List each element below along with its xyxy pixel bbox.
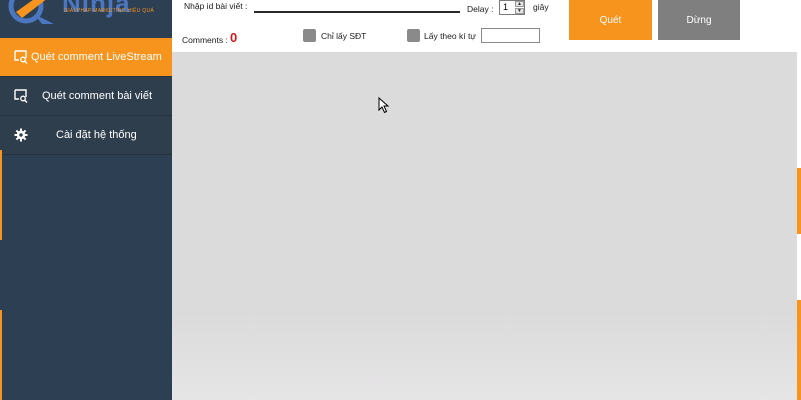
comments-area[interactable] bbox=[172, 52, 797, 400]
by-char-label: Lấy theo kí tự bbox=[424, 31, 476, 41]
sidebar-item-scan-post[interactable]: Quét comment bài viết bbox=[0, 77, 172, 116]
delay-label: Delay : bbox=[467, 4, 494, 14]
post-id-label: Nhập id bài viết : bbox=[184, 1, 248, 11]
sidebar-item-settings[interactable]: Cài đặt hệ thống bbox=[0, 116, 172, 155]
phone-only-label: Chỉ lấy SĐT bbox=[321, 31, 367, 41]
accent-strip bbox=[0, 310, 2, 400]
mouse-cursor-icon bbox=[378, 97, 390, 114]
scan-button[interactable]: Quét bbox=[569, 0, 652, 40]
gear-icon bbox=[14, 128, 28, 142]
window-edge bbox=[797, 0, 801, 400]
by-char-checkbox[interactable] bbox=[407, 29, 420, 42]
sidebar-item-label: Cài đặt hệ thống bbox=[56, 129, 137, 141]
post-id-input[interactable] bbox=[254, 11, 460, 13]
comments-count: 0 bbox=[230, 30, 238, 45]
delay-decrement-button[interactable]: ▼ bbox=[515, 8, 524, 14]
sidebar: Ninja GIẢI PHÁP MARKETING HIỆU QUẢ Quét … bbox=[0, 0, 172, 400]
delay-increment-button[interactable]: ▲ bbox=[515, 1, 524, 7]
toolbar: Nhập id bài viết : Delay : 1 ▲ ▼ giây Co… bbox=[172, 0, 801, 52]
accent-strip bbox=[0, 150, 2, 240]
stop-button[interactable]: Dừng bbox=[658, 0, 740, 40]
chat-search-icon bbox=[14, 50, 28, 64]
sidebar-item-scan-livestream[interactable]: Quét comment LiveStream bbox=[0, 38, 172, 77]
sidebar-item-label: Quét comment bài viết bbox=[42, 90, 153, 102]
logo: Ninja GIẢI PHÁP MARKETING HIỆU QUẢ bbox=[0, 0, 172, 38]
sidebar-nav: Quét comment LiveStream Quét comment bài… bbox=[0, 38, 172, 155]
char-filter-input[interactable] bbox=[481, 28, 540, 43]
comments-label: Comments : bbox=[182, 35, 228, 45]
logo-tagline: GIẢI PHÁP MARKETING HIỆU QUẢ bbox=[64, 8, 154, 14]
chat-search-icon bbox=[14, 89, 28, 103]
delay-unit-label: giây bbox=[533, 2, 549, 12]
phone-only-checkbox[interactable] bbox=[303, 29, 316, 42]
ninja-logo-icon bbox=[8, 0, 54, 24]
sidebar-item-label: Quét comment LiveStream bbox=[31, 51, 162, 63]
